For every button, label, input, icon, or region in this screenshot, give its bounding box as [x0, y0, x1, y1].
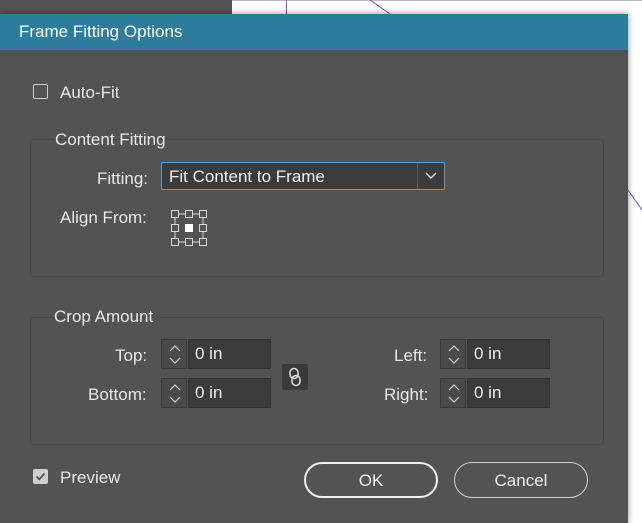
- align-from-label: Align From:: [60, 208, 147, 227]
- right-label: Right:: [384, 385, 429, 404]
- left-crop-stepper[interactable]: 0 in: [440, 339, 550, 369]
- chevron-down-icon[interactable]: [447, 395, 461, 405]
- bottom-label: Bottom:: [88, 385, 147, 404]
- constrain-proportions-button[interactable]: [282, 364, 308, 390]
- chain-link-icon: [289, 367, 301, 387]
- chevron-down-icon[interactable]: [168, 395, 182, 405]
- guide-line: [286, 0, 287, 14]
- fitting-dropdown[interactable]: Fit Content to Frame: [161, 162, 445, 190]
- chevron-up-icon[interactable]: [168, 382, 182, 392]
- preview-label[interactable]: Preview: [60, 468, 120, 488]
- auto-fit-checkbox[interactable]: [33, 84, 48, 99]
- reference-point-grid-icon[interactable]: [169, 208, 209, 248]
- top-crop-field[interactable]: 0 in: [188, 339, 271, 369]
- chevron-up-icon[interactable]: [447, 343, 461, 353]
- bottom-spinner[interactable]: [161, 378, 187, 408]
- right-crop-stepper[interactable]: 0 in: [440, 378, 550, 408]
- fitting-label: Fitting:: [97, 169, 149, 188]
- dialog-title[interactable]: Frame Fitting Options: [0, 14, 628, 50]
- left-spinner[interactable]: [440, 339, 466, 369]
- right-spinner[interactable]: [440, 378, 466, 408]
- cancel-button[interactable]: Cancel: [454, 462, 588, 498]
- top-crop-stepper[interactable]: 0 in: [161, 339, 271, 369]
- chevron-down-icon[interactable]: [168, 356, 182, 366]
- crop-amount-title: Crop Amount: [54, 307, 154, 326]
- page-edge-line: [232, 0, 642, 1]
- chevron-up-icon[interactable]: [447, 382, 461, 392]
- right-crop-field[interactable]: 0 in: [467, 378, 550, 408]
- frame-fitting-options-dialog: Frame Fitting Options Auto-Fit Content F…: [0, 14, 628, 523]
- chevron-down-icon[interactable]: [417, 163, 444, 189]
- fitting-dropdown-value: Fit Content to Frame: [169, 167, 325, 186]
- ok-button[interactable]: OK: [304, 462, 438, 498]
- bottom-crop-field[interactable]: 0 in: [188, 378, 271, 408]
- top-spinner[interactable]: [161, 339, 187, 369]
- chevron-up-icon[interactable]: [168, 343, 182, 353]
- bottom-crop-stepper[interactable]: 0 in: [161, 378, 271, 408]
- checkmark-icon: [35, 472, 46, 481]
- chevron-down-icon[interactable]: [447, 356, 461, 366]
- left-crop-field[interactable]: 0 in: [467, 339, 550, 369]
- left-label: Left:: [394, 346, 428, 365]
- top-label: Top:: [115, 346, 148, 365]
- preview-checkbox[interactable]: [33, 469, 48, 484]
- auto-fit-label[interactable]: Auto-Fit: [60, 83, 120, 103]
- content-fitting-title: Content Fitting: [55, 130, 166, 149]
